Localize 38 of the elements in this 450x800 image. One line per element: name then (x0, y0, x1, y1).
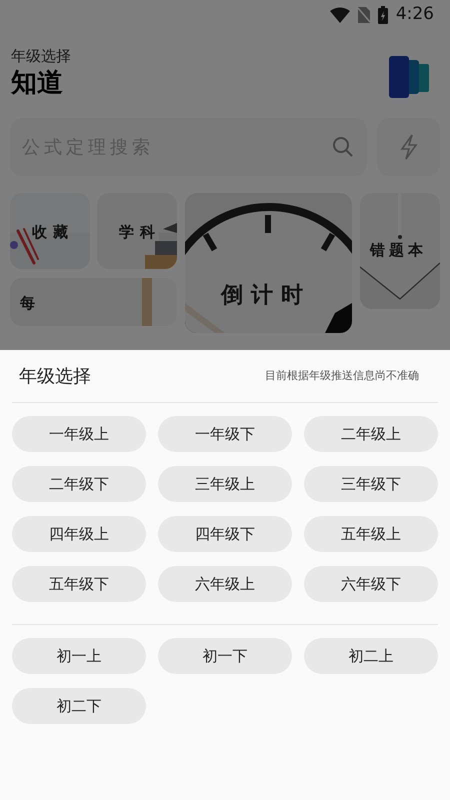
grade-option[interactable]: 五年级上 (304, 516, 438, 552)
grade-option[interactable]: 二年级下 (12, 466, 146, 502)
tile-label: 学科 (119, 222, 161, 243)
grade-option[interactable]: 四年级下 (158, 516, 292, 552)
sheet-title: 年级选择 (19, 364, 91, 388)
grade-option[interactable]: 初二上 (304, 638, 438, 674)
grade-option[interactable]: 一年级上 (12, 416, 146, 452)
feature-tile[interactable]: 错题本 (360, 193, 440, 309)
lightning-icon (400, 134, 418, 160)
battery-icon (378, 6, 388, 24)
tile-label: 收藏 (32, 222, 74, 243)
grade-option[interactable]: 初一下 (158, 638, 292, 674)
feature-tile[interactable]: 倒计时 (185, 193, 352, 333)
feature-tile[interactable]: 收藏 (10, 193, 90, 269)
wifi-icon (330, 7, 350, 23)
flash-button[interactable] (377, 118, 440, 176)
grade-option[interactable]: 三年级上 (158, 466, 292, 502)
feature-tile[interactable]: 学科 (97, 193, 177, 269)
grade-option[interactable]: 三年级下 (304, 466, 438, 502)
grade-option[interactable]: 六年级上 (158, 566, 292, 602)
tile-label: 错题本 (370, 240, 427, 261)
sheet-hint: 目前根据年级推送信息尚不准确 (265, 368, 419, 384)
grade-option[interactable]: 五年级下 (12, 566, 146, 602)
feature-tile[interactable]: 每 (10, 278, 177, 326)
grade-option[interactable]: 初一上 (12, 638, 146, 674)
grade-option[interactable]: 四年级上 (12, 516, 146, 552)
tile-label: 倒计时 (221, 282, 311, 310)
grade-option[interactable]: 初二下 (12, 688, 146, 724)
app-title: 知道 (11, 67, 64, 100)
clock-time: 4:26 (396, 3, 434, 26)
grade-option[interactable]: 二年级上 (304, 416, 438, 452)
search-icon[interactable] (331, 135, 355, 159)
tile-label: 每 (20, 293, 35, 314)
header-subtitle: 年级选择 (11, 46, 71, 66)
grade-option[interactable]: 一年级下 (158, 416, 292, 452)
app-logo-icon (389, 56, 429, 98)
no-sim-icon (358, 7, 370, 23)
grade-option[interactable]: 六年级下 (304, 566, 438, 602)
